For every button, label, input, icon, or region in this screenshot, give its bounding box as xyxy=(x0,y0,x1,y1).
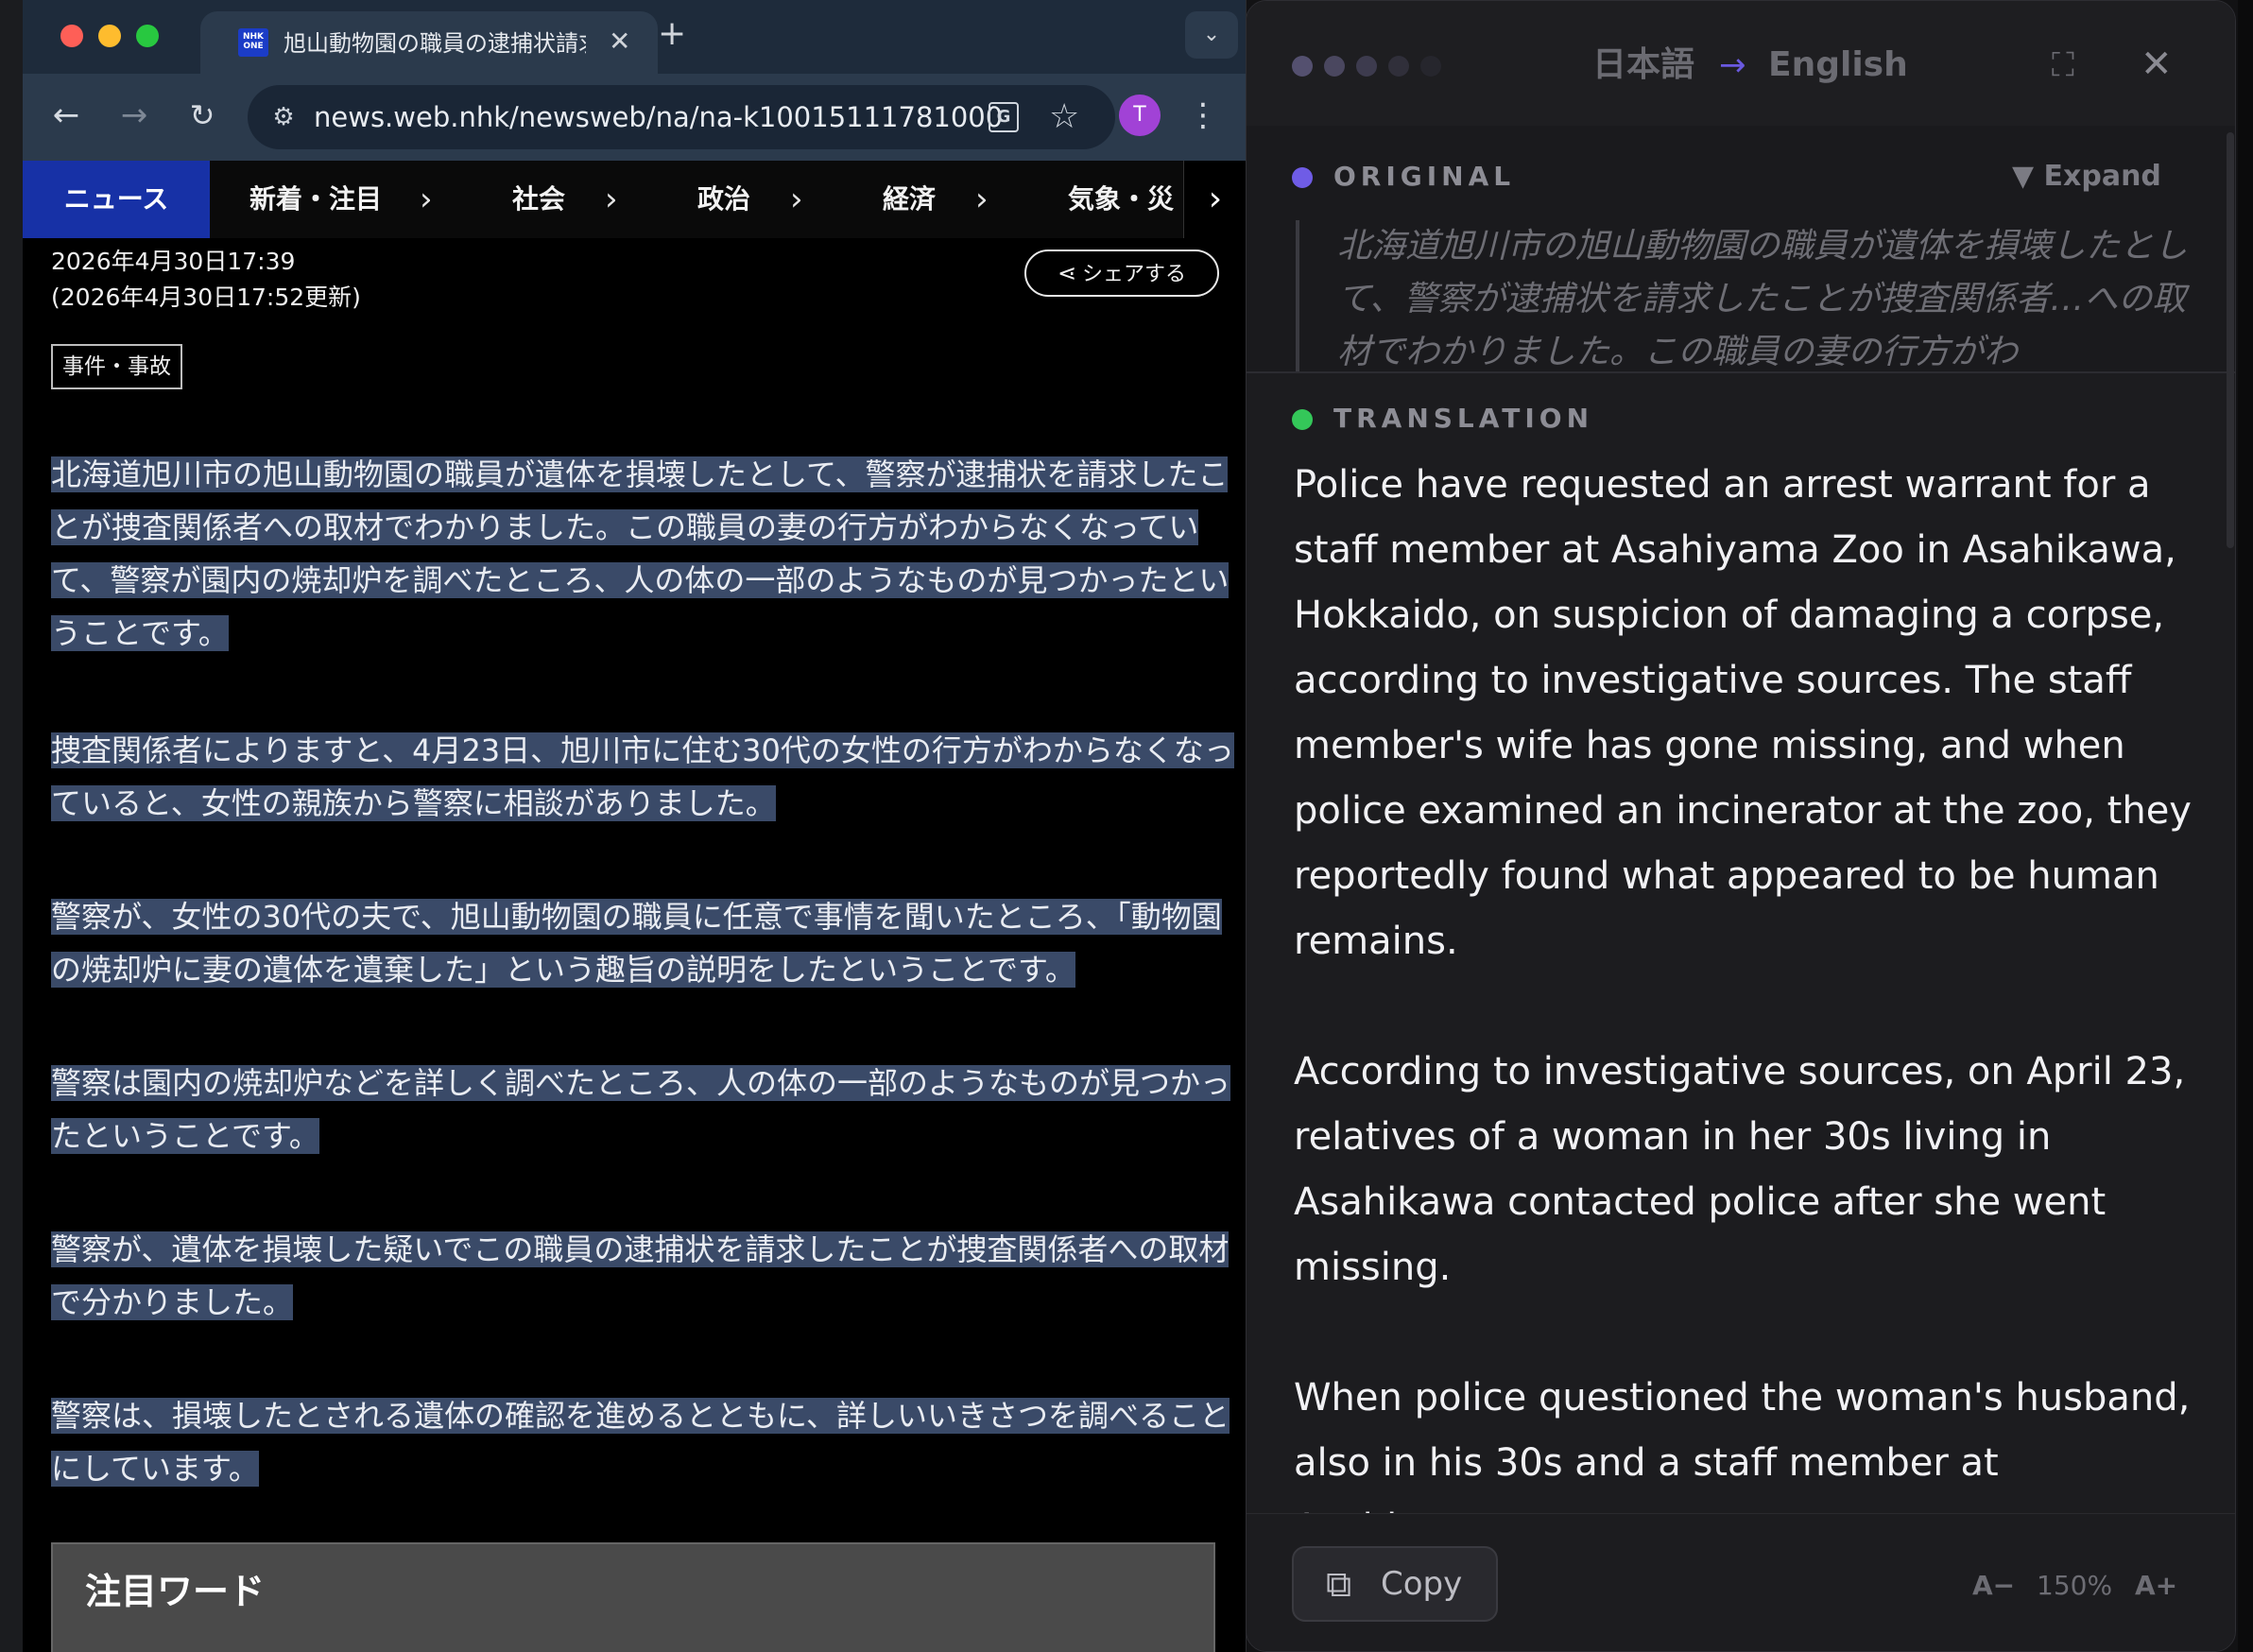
window-close-button[interactable] xyxy=(60,25,83,47)
keywords-section: 注目ワード xyxy=(51,1542,1215,1652)
drag-handle-dot[interactable] xyxy=(1388,56,1409,77)
translate-icon[interactable]: G xyxy=(989,102,1019,132)
new-tab-button[interactable]: + xyxy=(658,15,686,53)
translator-panel: 日本語 → English ⛶ ✕ ORIGINAL ▼ Expand 北海道旭… xyxy=(1246,0,2236,1652)
article-paragraph: 警察が、女性の30代の夫で、旭山動物園の職員に任意で事情を聞いたところ、「動物園… xyxy=(51,899,1222,988)
drag-handle-dot[interactable] xyxy=(1324,56,1345,77)
site-info-icon[interactable]: ⚙ xyxy=(267,100,301,134)
drag-handle-dot[interactable] xyxy=(1420,56,1441,77)
chevron-right-icon: › xyxy=(420,181,433,218)
share-button[interactable]: ⋖ シェアする xyxy=(1024,250,1219,297)
article-body: 2026年4月30日17:39 (2026年4月30日17:52更新) ⋖ シェア… xyxy=(23,238,1246,1652)
browser-toolbar: ← → ↻ ⚙ news.web.nhk/newsweb/na/na-k1001… xyxy=(23,74,1246,161)
published-date: 2026年4月30日17:39 xyxy=(51,248,296,275)
translation-section: TRANSLATION Police have requested an arr… xyxy=(1247,371,2235,1513)
translator-scrollbar[interactable] xyxy=(2227,132,2234,548)
category-tag[interactable]: 事件・事故 xyxy=(51,344,182,389)
original-indicator-dot xyxy=(1292,167,1313,188)
address-bar[interactable]: ⚙ news.web.nhk/newsweb/na/na-k1001511178… xyxy=(248,85,1115,149)
drag-handle-dot[interactable] xyxy=(1356,56,1377,77)
desktop-background-left xyxy=(0,0,23,1652)
font-increase-button[interactable]: A+ xyxy=(2135,1567,2177,1605)
article-dateline: 2026年4月30日17:39 (2026年4月30日17:52更新) xyxy=(51,244,361,316)
nav-item-economy[interactable]: 経済 xyxy=(883,161,936,238)
share-label: シェアする xyxy=(1082,263,1187,286)
nav-item-new[interactable]: 新着・注目 xyxy=(249,161,382,238)
translation-text: Police have requested an arrest warrant … xyxy=(1294,463,2192,1513)
translation-label: TRANSLATION xyxy=(1333,403,1594,434)
translation-indicator-dot xyxy=(1292,409,1313,430)
nav-item-society[interactable]: 社会 xyxy=(512,161,565,238)
forward-icon[interactable]: → xyxy=(113,95,155,136)
share-icon: ⋖ xyxy=(1057,260,1077,286)
url-text[interactable]: news.web.nhk/newsweb/na/na-k100151117810… xyxy=(314,85,1003,149)
browser-menu-icon[interactable]: ⋮ xyxy=(1187,93,1219,138)
copy-button[interactable]: ⧉ Copy xyxy=(1292,1546,1498,1622)
expand-toggle[interactable]: ▼ Expand xyxy=(2012,158,2161,196)
tab-title: 旭山動物園の職員の逮捕状請求 xyxy=(284,30,586,57)
nav-item-politics[interactable]: 政治 xyxy=(697,161,750,238)
active-tab[interactable]: NHK ONE 旭山動物園の職員の逮捕状請求 ✕ xyxy=(200,11,658,74)
close-icon[interactable]: ✕ xyxy=(2141,41,2173,88)
source-language[interactable]: 日本語 xyxy=(1592,41,1694,90)
chevron-right-icon: › xyxy=(790,181,803,218)
desktop-background-right xyxy=(2238,0,2253,1652)
window-minimize-button[interactable] xyxy=(98,25,121,47)
bookmark-star-icon[interactable]: ☆ xyxy=(1049,95,1079,140)
target-language[interactable]: English xyxy=(1768,41,1908,90)
article-paragraph: 北海道旭川市の旭山動物園の職員が遺体を損壊したとして、警察が逮捕状を請求したこと… xyxy=(51,456,1230,651)
font-decrease-button[interactable]: A− xyxy=(1972,1567,2015,1605)
original-text: 北海道旭川市の旭山動物園の職員が遺体を損壊したとして、警察が逮捕状を請求したこと… xyxy=(1296,220,2216,371)
article-paragraph: 警察は園内の焼却炉などを詳しく調べたところ、人の体の一部のようなものが見つかった… xyxy=(51,1065,1231,1154)
chevron-right-icon: › xyxy=(605,181,618,218)
reload-icon[interactable]: ↻ xyxy=(181,95,223,136)
drag-handle-dot[interactable] xyxy=(1292,56,1313,77)
language-arrow-icon: → xyxy=(1719,46,1746,84)
fullscreen-icon[interactable]: ⛶ xyxy=(2052,44,2074,86)
translator-footer: ⧉ Copy A− 150% A+ xyxy=(1247,1513,2235,1651)
original-section: ORIGINAL ▼ Expand 北海道旭川市の旭山動物園の職員が遺体を損壊し… xyxy=(1247,126,2235,373)
article-paragraph: 警察が、遺体を損壊した疑いでこの職員の逮捕状を請求したことが捜査関係者への取材で… xyxy=(51,1231,1230,1320)
chevron-right-icon: › xyxy=(975,181,989,218)
nav-news-home[interactable]: ニュース xyxy=(23,161,210,238)
translator-header: 日本語 → English ⛶ ✕ xyxy=(1247,1,2235,127)
window-zoom-button[interactable] xyxy=(136,25,159,47)
nav-item-weather[interactable]: 気象・災 xyxy=(1068,161,1174,238)
nhk-favicon-icon: NHK ONE xyxy=(238,28,268,57)
keywords-heading: 注目ワード xyxy=(85,1571,266,1612)
profile-avatar[interactable]: T xyxy=(1119,95,1161,136)
browser-window: NHK ONE 旭山動物園の職員の逮捕状請求 ✕ + ⌄ ← → ↻ ⚙ new… xyxy=(23,0,1247,1652)
nav-scroll-right-icon[interactable]: › xyxy=(1183,161,1246,238)
tab-bar: NHK ONE 旭山動物園の職員の逮捕状請求 ✕ + ⌄ xyxy=(23,0,1246,74)
updated-date: (2026年4月30日17:52更新) xyxy=(51,284,361,311)
tab-close-icon[interactable]: ✕ xyxy=(609,25,630,59)
copy-label: Copy xyxy=(1381,1565,1463,1603)
article-paragraph: 捜査関係者によりますと、4月23日、旭川市に住む30代の女性の行方がわからなくな… xyxy=(51,732,1234,821)
copy-icon: ⧉ xyxy=(1326,1563,1352,1605)
back-icon[interactable]: ← xyxy=(45,95,87,136)
site-navigation: ニュース 新着・注目 › 社会 › 政治 › 経済 › 気象・災 › xyxy=(23,161,1246,239)
article-paragraph: 警察は、損壊したとされる遺体の確認を進めるとともに、詳しいいきさつを調べることに… xyxy=(51,1398,1230,1487)
tab-search-button[interactable]: ⌄ xyxy=(1185,11,1238,59)
original-label: ORIGINAL xyxy=(1333,161,1516,192)
zoom-level: 150% xyxy=(2037,1570,2113,1601)
